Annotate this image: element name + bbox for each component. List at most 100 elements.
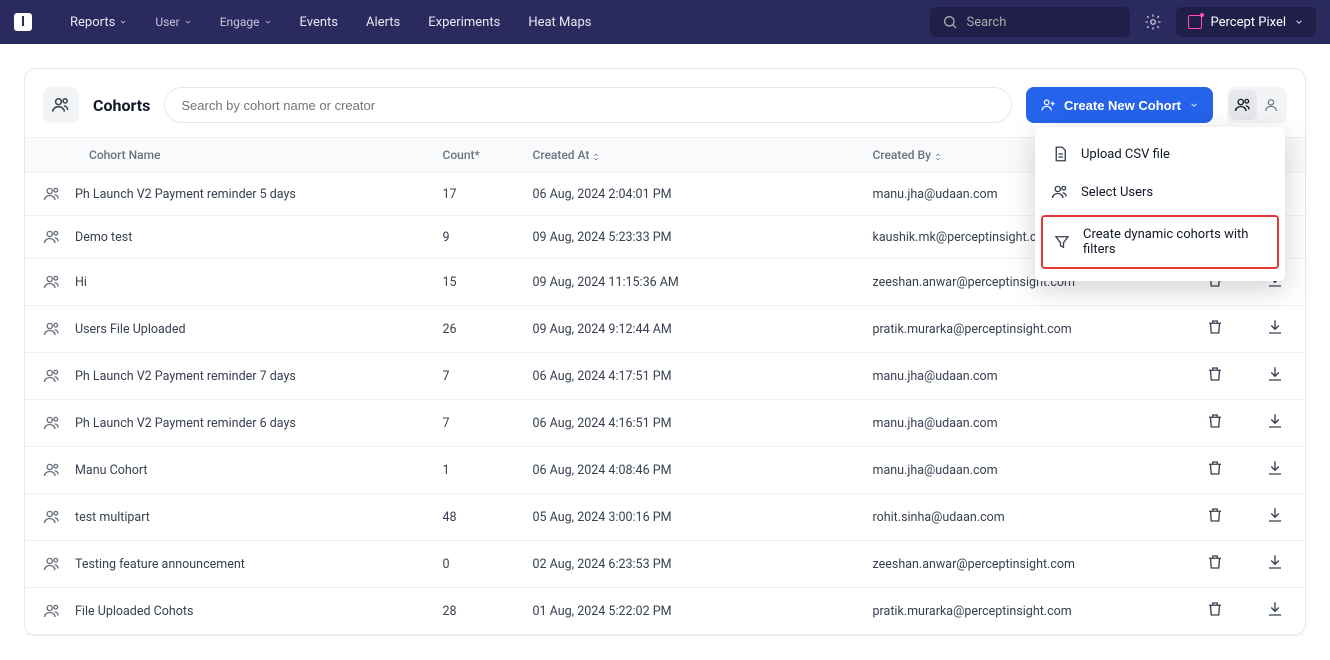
cohort-name: Demo test bbox=[75, 230, 132, 245]
cohort-icon bbox=[43, 414, 61, 432]
dropdown-dynamic-filters[interactable]: Create dynamic cohorts with filters bbox=[1041, 215, 1279, 269]
cohort-created-by: zeeshan.anwar@perceptinsight.com bbox=[859, 541, 1185, 588]
cohort-name: test multipart bbox=[75, 510, 150, 525]
workspace-icon bbox=[1188, 15, 1202, 29]
dd-label: Upload CSV file bbox=[1081, 147, 1170, 162]
download-button[interactable] bbox=[1266, 506, 1284, 524]
table-row[interactable]: Manu Cohort106 Aug, 2024 4:08:46 PMmanu.… bbox=[25, 447, 1305, 494]
create-cohort-button[interactable]: Create New Cohort bbox=[1026, 87, 1213, 123]
cohort-created-by: pratik.murarka@perceptinsight.com bbox=[859, 306, 1185, 353]
download-button[interactable] bbox=[1266, 318, 1284, 336]
download-button[interactable] bbox=[1266, 553, 1284, 571]
cohort-created-by: pratik.murarka@perceptinsight.com bbox=[859, 588, 1185, 635]
cohort-icon bbox=[43, 555, 61, 573]
cohort-count: 9 bbox=[429, 216, 519, 259]
workspace-name: Percept Pixel bbox=[1210, 15, 1286, 30]
nav-heatmaps[interactable]: Heat Maps bbox=[528, 15, 591, 30]
download-button[interactable] bbox=[1266, 600, 1284, 618]
nav-reports[interactable]: Reports bbox=[70, 15, 127, 30]
cohort-created-at: 06 Aug, 2024 4:08:46 PM bbox=[519, 447, 859, 494]
cohorts-card: Cohorts Create New Cohort Upload CSV fil… bbox=[24, 68, 1306, 636]
nav-label: Heat Maps bbox=[528, 15, 591, 30]
toggle-my-cohorts[interactable] bbox=[1257, 90, 1285, 120]
download-button[interactable] bbox=[1266, 412, 1284, 430]
user-plus-icon bbox=[1040, 97, 1056, 113]
search-placeholder: Search bbox=[966, 15, 1006, 30]
cohort-created-at: 06 Aug, 2024 2:04:01 PM bbox=[519, 173, 859, 216]
chevron-down-icon bbox=[184, 18, 192, 26]
nav-items: Reports User Engage Events Alerts Experi… bbox=[70, 15, 591, 30]
delete-button[interactable] bbox=[1206, 412, 1224, 430]
table-row[interactable]: Ph Launch V2 Payment reminder 7 days 706 … bbox=[25, 353, 1305, 400]
cohort-created-by: rohit.sinha@udaan.com bbox=[859, 494, 1185, 541]
nav-user[interactable]: User bbox=[155, 15, 191, 29]
filter-icon bbox=[1053, 233, 1071, 251]
create-cohort-dropdown: Upload CSV file Select Users Create dyna… bbox=[1035, 127, 1285, 281]
cohort-name: Hi bbox=[75, 275, 87, 290]
cohort-count: 17 bbox=[429, 173, 519, 216]
table-row[interactable]: Users File Uploaded2609 Aug, 2024 9:12:4… bbox=[25, 306, 1305, 353]
content: Cohorts Create New Cohort Upload CSV fil… bbox=[0, 44, 1330, 660]
row-name-cell: test multipart bbox=[39, 508, 415, 526]
nav-alerts[interactable]: Alerts bbox=[366, 15, 400, 30]
users-icon bbox=[1051, 183, 1069, 201]
table-row[interactable]: Testing feature announcement 002 Aug, 202… bbox=[25, 541, 1305, 588]
delete-button[interactable] bbox=[1206, 365, 1224, 383]
cohort-created-at: 05 Aug, 2024 3:00:16 PM bbox=[519, 494, 859, 541]
settings-icon[interactable] bbox=[1144, 13, 1162, 31]
cohorts-icon bbox=[43, 87, 79, 123]
col-name[interactable]: Cohort Name bbox=[25, 138, 429, 173]
toggle-all-cohorts[interactable] bbox=[1229, 90, 1257, 120]
cohort-icon bbox=[43, 320, 61, 338]
cohort-icon bbox=[43, 185, 61, 203]
row-name-cell: Ph Launch V2 Payment reminder 5 days bbox=[39, 185, 415, 203]
delete-button[interactable] bbox=[1206, 506, 1224, 524]
download-button[interactable] bbox=[1266, 365, 1284, 383]
cohort-name: Testing feature announcement bbox=[75, 557, 245, 572]
sort-icon bbox=[933, 151, 943, 161]
cohort-name: Ph Launch V2 Payment reminder 6 days bbox=[75, 416, 296, 431]
nav-right: Search Percept Pixel bbox=[930, 7, 1316, 37]
nav-engage[interactable]: Engage bbox=[220, 15, 272, 29]
col-count[interactable]: Count* bbox=[429, 138, 519, 173]
nav-experiments[interactable]: Experiments bbox=[428, 15, 500, 30]
cohort-created-at: 02 Aug, 2024 6:23:53 PM bbox=[519, 541, 859, 588]
cohort-count: 48 bbox=[429, 494, 519, 541]
delete-button[interactable] bbox=[1206, 459, 1224, 477]
cohort-search-input[interactable] bbox=[164, 87, 1012, 123]
nav-label: User bbox=[155, 15, 179, 29]
cohort-name: Ph Launch V2 Payment reminder 7 days bbox=[75, 369, 296, 384]
chevron-down-icon bbox=[119, 18, 127, 26]
workspace-switcher[interactable]: Percept Pixel bbox=[1176, 7, 1316, 37]
table-row[interactable]: test multipart 4805 Aug, 2024 3:00:16 PMr… bbox=[25, 494, 1305, 541]
cohort-count: 7 bbox=[429, 353, 519, 400]
cohort-created-by: manu.jha@udaan.com bbox=[859, 447, 1185, 494]
cohort-icon bbox=[43, 461, 61, 479]
sort-icon bbox=[591, 151, 601, 161]
cohort-count: 15 bbox=[429, 259, 519, 306]
table-row[interactable]: Ph Launch V2 Payment reminder 6 days706 … bbox=[25, 400, 1305, 447]
global-search[interactable]: Search bbox=[930, 7, 1130, 37]
create-label: Create New Cohort bbox=[1064, 98, 1181, 113]
cohort-created-at: 09 Aug, 2024 5:23:33 PM bbox=[519, 216, 859, 259]
cohort-icon bbox=[43, 228, 61, 246]
row-name-cell: Ph Launch V2 Payment reminder 7 days bbox=[39, 367, 415, 385]
page-title: Cohorts bbox=[93, 96, 150, 115]
row-name-cell: Testing feature announcement bbox=[39, 555, 415, 573]
chevron-down-icon bbox=[1189, 100, 1199, 110]
nav-label: Events bbox=[300, 15, 338, 30]
dropdown-upload-csv[interactable]: Upload CSV file bbox=[1035, 135, 1285, 173]
download-button[interactable] bbox=[1266, 459, 1284, 477]
delete-button[interactable] bbox=[1206, 600, 1224, 618]
nav-events[interactable]: Events bbox=[300, 15, 338, 30]
cohort-icon bbox=[43, 602, 61, 620]
delete-button[interactable] bbox=[1206, 318, 1224, 336]
dropdown-select-users[interactable]: Select Users bbox=[1035, 173, 1285, 211]
col-created-at[interactable]: Created At bbox=[519, 138, 859, 173]
cohort-created-at: 06 Aug, 2024 4:17:51 PM bbox=[519, 353, 859, 400]
table-row[interactable]: File Uploaded Cohots2801 Aug, 2024 5:22:… bbox=[25, 588, 1305, 635]
cohort-count: 0 bbox=[429, 541, 519, 588]
app-logo[interactable] bbox=[14, 13, 32, 31]
cohort-created-at: 01 Aug, 2024 5:22:02 PM bbox=[519, 588, 859, 635]
delete-button[interactable] bbox=[1206, 553, 1224, 571]
